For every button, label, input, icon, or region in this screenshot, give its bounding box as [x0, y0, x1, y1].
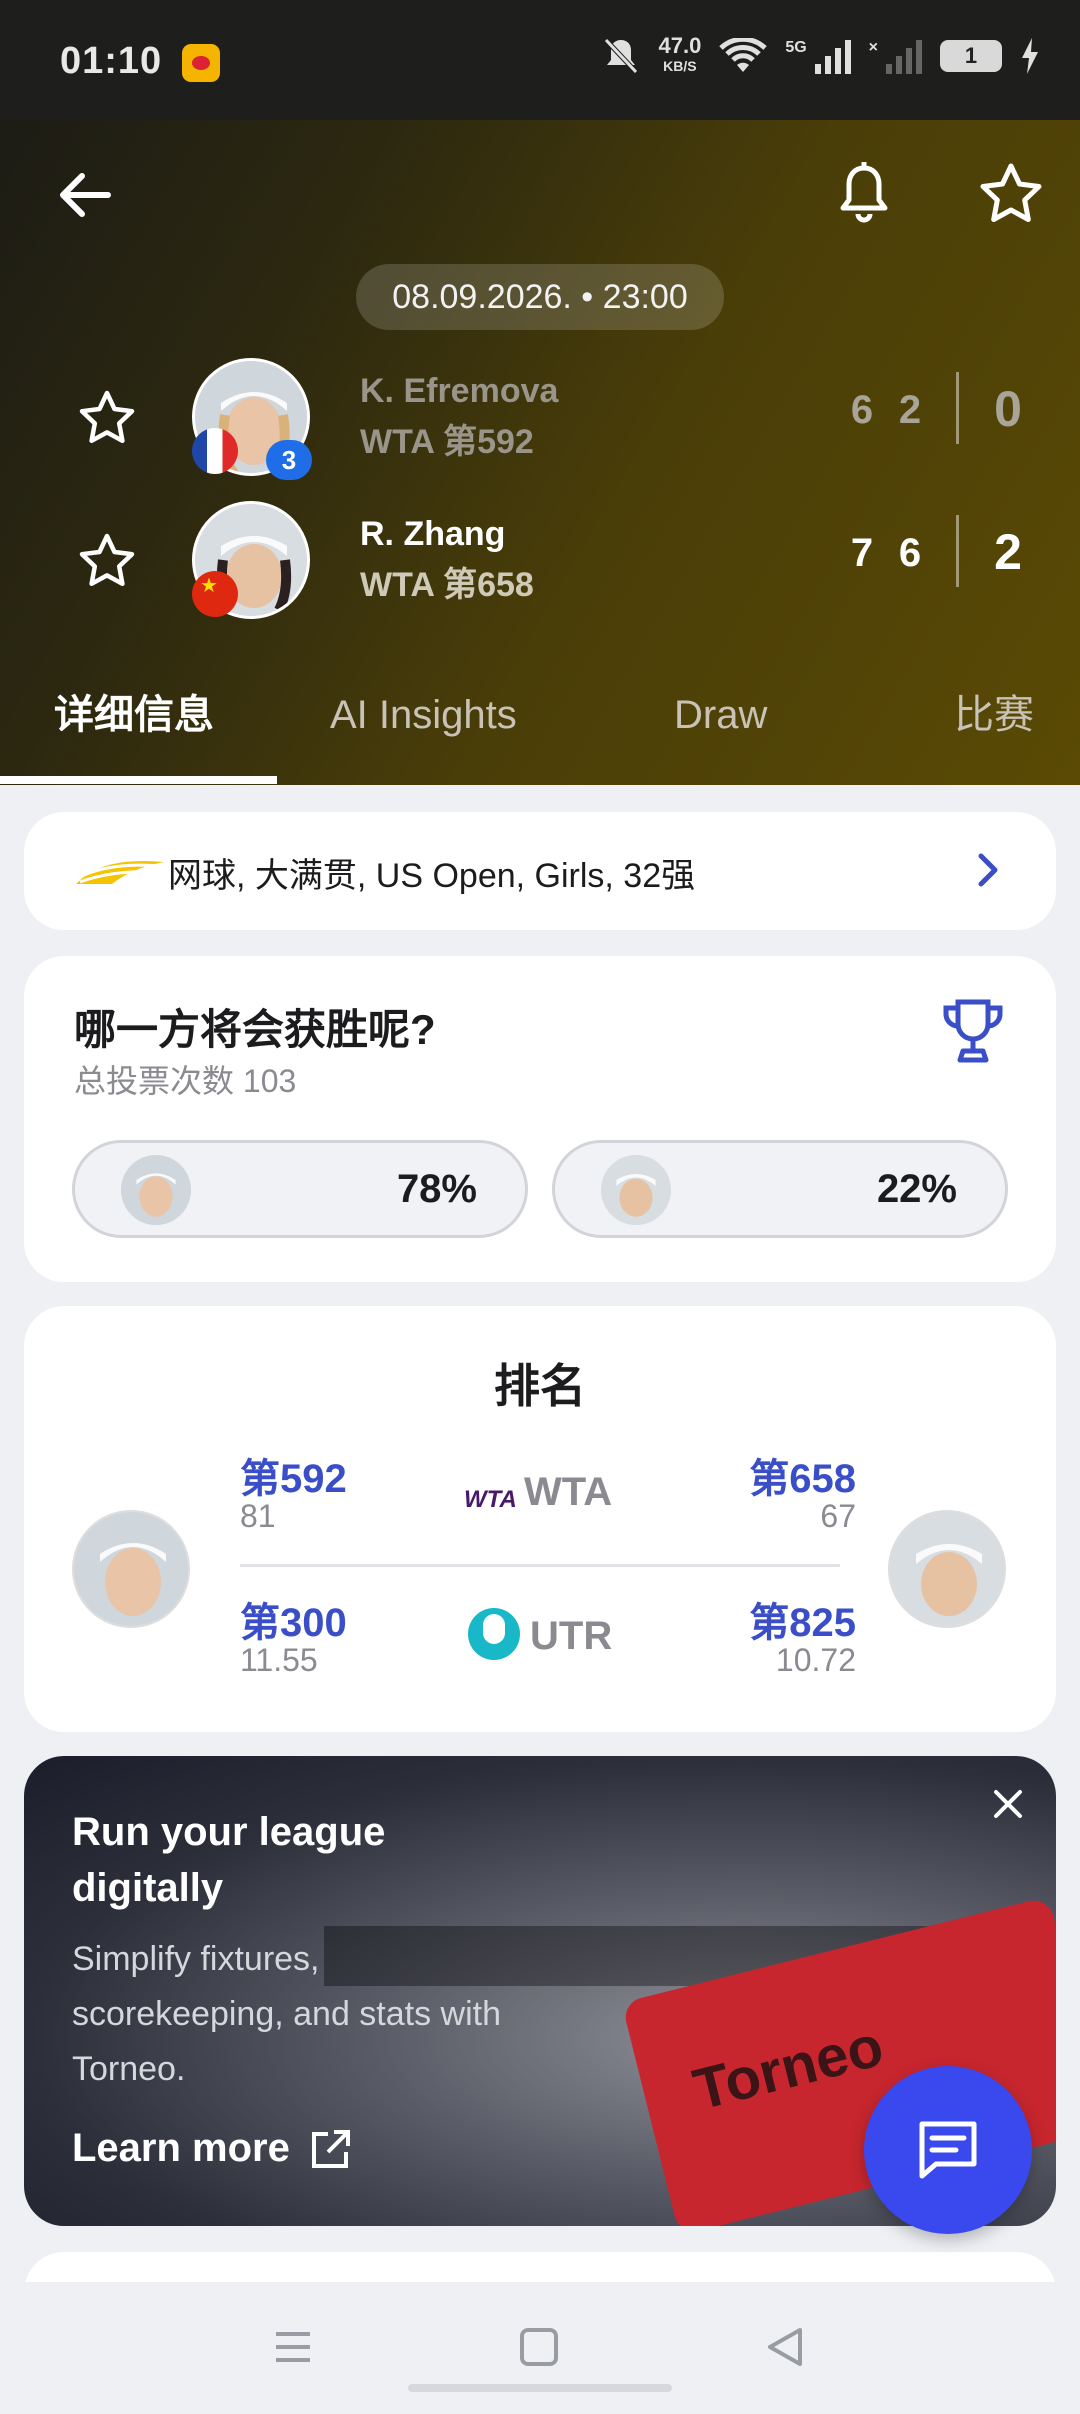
vote-percent: 78%	[396, 1167, 477, 1211]
back-arrow-icon[interactable]	[50, 160, 120, 230]
external-link-icon	[312, 2130, 350, 2168]
menu-icon[interactable]	[268, 2322, 318, 2372]
game-score: 0	[994, 381, 1022, 437]
network-type: 5G	[785, 39, 807, 56]
charging-icon	[1022, 38, 1038, 74]
flag-france-icon	[192, 428, 238, 474]
match-header: 01:10 47.0 KB/S 5G × 1 08.09.2026. • 23:0…	[0, 0, 1080, 785]
set-score: 6	[898, 531, 922, 575]
player-rank: WTA 第658	[360, 566, 534, 604]
follow-player-star-icon[interactable]	[76, 531, 138, 593]
vote-title: 哪一方将会获胜呢?	[74, 1006, 436, 1053]
match-datetime: 08.09.2026. • 23:00	[356, 264, 724, 330]
ranking-title: 排名	[494, 1360, 586, 1412]
utr-label: UTR	[530, 1614, 613, 1658]
utr-rank-left: 第300	[240, 1601, 347, 1645]
status-bar: 01:10 47.0 KB/S 5G × 1	[0, 0, 1080, 120]
utr-points-right: 10.72	[775, 1642, 856, 1678]
ad-brand: Torneo	[687, 2013, 890, 2123]
player-avatar	[888, 1510, 1006, 1628]
us-open-logo-icon	[76, 860, 164, 884]
utr-logo-icon	[468, 1608, 520, 1660]
battery-icon: 1	[940, 40, 1002, 72]
player-name: R. Zhang	[360, 515, 506, 553]
seed-badge: 3	[266, 440, 312, 480]
score-divider	[956, 515, 959, 587]
signal-2-icon	[886, 38, 922, 74]
bell-icon[interactable]	[836, 158, 892, 228]
score-divider	[956, 372, 959, 444]
close-icon[interactable]	[988, 1784, 1028, 1824]
net-speed: 47.0 KB/S	[658, 33, 702, 75]
player-avatar	[601, 1155, 671, 1225]
set-score: 2	[898, 388, 922, 432]
tab-ai-insights[interactable]: AI Insights	[330, 680, 517, 785]
utr-rank-right: 第825	[749, 1601, 856, 1645]
no-signal-mark: ×	[868, 39, 878, 56]
favorite-star-icon[interactable]	[976, 160, 1046, 230]
game-score: 2	[994, 524, 1022, 580]
wifi-icon	[719, 38, 768, 72]
player-avatar	[121, 1155, 191, 1225]
set-score: 6	[850, 388, 874, 432]
player-rank: WTA 第592	[360, 423, 534, 461]
active-tab-indicator	[0, 776, 277, 784]
tournament-breadcrumb[interactable]: 网球, 大满贯, US Open, Girls, 32强	[24, 812, 1056, 930]
follow-player-star-icon[interactable]	[76, 388, 138, 450]
tab-draw[interactable]: Draw	[674, 680, 767, 785]
back-triangle-icon[interactable]	[760, 2322, 810, 2372]
chevron-right-icon	[978, 853, 998, 887]
learn-more-link[interactable]: Learn more	[72, 2126, 290, 2171]
flag-china-icon	[192, 571, 238, 617]
wta-points-right: 67	[820, 1498, 856, 1534]
home-indicator	[408, 2384, 672, 2392]
divider	[240, 1564, 840, 1567]
player-avatar	[72, 1510, 190, 1628]
ad-body: Simplify fixtures, scorekeeping, and sta…	[72, 1940, 502, 2088]
player-name: K. Efremova	[360, 372, 559, 410]
ad-title: Run your league digitally	[72, 1810, 386, 1910]
win-prediction-card: 哪一方将会获胜呢? 总投票次数 103 78% 22%	[24, 956, 1056, 1282]
wta-rank-right: 第658	[749, 1457, 856, 1501]
signal-icon	[814, 38, 851, 74]
utr-points-left: 11.55	[240, 1642, 318, 1678]
vote-percent: 22%	[876, 1167, 957, 1211]
vote-player1-button[interactable]: 78%	[72, 1140, 528, 1238]
wta-rank-left: 第592	[240, 1457, 347, 1501]
home-square-icon[interactable]	[514, 2322, 564, 2372]
tab-bar: 详细信息 AI Insights Draw 比赛	[0, 680, 1080, 785]
tab-matches[interactable]: 比赛	[954, 680, 1034, 785]
wta-logo-icon: WTA	[464, 1486, 517, 1513]
chat-fab-button[interactable]	[864, 2066, 1032, 2234]
player-row[interactable]: 3 K. Efremova WTA 第592 6 2 0	[0, 352, 1080, 482]
chat-icon	[919, 2121, 977, 2179]
trophy-icon	[943, 999, 1003, 1063]
mute-bell-icon	[604, 38, 639, 74]
player-row[interactable]: R. Zhang WTA 第658 7 6 2	[0, 495, 1080, 625]
weibo-notification-icon	[182, 44, 220, 82]
set-score: 7	[850, 531, 874, 575]
vote-player2-button[interactable]: 22%	[552, 1140, 1008, 1238]
wta-label: WTA	[524, 1470, 613, 1514]
ranking-card: 排名 第592 81 WTA WTA 第658 67 第300 11.55 UT…	[24, 1306, 1056, 1732]
breadcrumb-text: 网球, 大满贯, US Open, Girls, 32强	[168, 857, 696, 895]
system-navigation-bar	[0, 2282, 1080, 2414]
tab-details[interactable]: 详细信息	[54, 680, 214, 785]
wta-points-left: 81	[240, 1498, 276, 1534]
status-time: 01:10	[60, 40, 163, 82]
vote-total: 总投票次数 103	[74, 1063, 297, 1099]
